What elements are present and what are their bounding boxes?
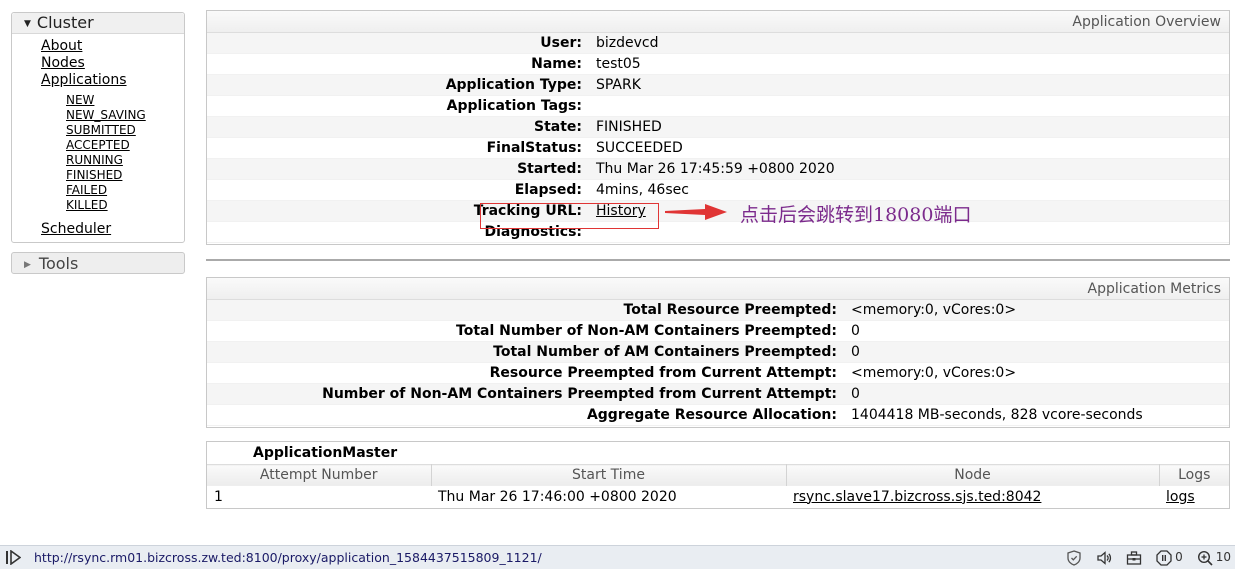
overview-row-application-type: Application Type: SPARK bbox=[207, 75, 1229, 96]
zoom-in-icon bbox=[1197, 550, 1213, 566]
attempts-caption: ApplicationMaster bbox=[253, 445, 398, 461]
column-header-logs[interactable]: Logs bbox=[1159, 464, 1229, 486]
metrics-value: 1404418 MB-seconds, 828 vcore-seconds bbox=[851, 407, 1143, 423]
metrics-row: Aggregate Resource Allocation: 1404418 M… bbox=[207, 405, 1229, 426]
nav-link-state-running[interactable]: RUNNING bbox=[66, 153, 184, 168]
overview-label: Application Tags: bbox=[446, 98, 582, 114]
overview-row-final-status: FinalStatus: SUCCEEDED bbox=[207, 138, 1229, 159]
column-header-attempt-number[interactable]: Attempt Number bbox=[207, 464, 432, 486]
metrics-label: Aggregate Resource Allocation: bbox=[586, 407, 837, 423]
cluster-header[interactable]: ▼ Cluster bbox=[12, 13, 184, 34]
nav-link-state-accepted[interactable]: ACCEPTED bbox=[66, 138, 184, 153]
status-url: http://rsync.rm01.bizcross.zw.ted:8100/p… bbox=[34, 550, 542, 565]
start-time-cell: Thu Mar 26 17:46:00 +0800 2020 bbox=[431, 485, 786, 508]
zoom-control[interactable]: 10 bbox=[1197, 546, 1231, 569]
speaker-icon[interactable] bbox=[1096, 550, 1112, 566]
metrics-title: Application Metrics bbox=[207, 278, 1229, 300]
overview-label: Elapsed: bbox=[514, 182, 582, 198]
metrics-label: Total Number of AM Containers Preempted: bbox=[493, 344, 837, 360]
overview-row-elapsed: Elapsed: 4mins, 46sec bbox=[207, 180, 1229, 201]
nav-link-state-new[interactable]: NEW bbox=[66, 93, 184, 108]
nav-link-about[interactable]: About bbox=[41, 38, 184, 55]
annotation-arrow-icon bbox=[665, 204, 727, 220]
overview-label: Application Type: bbox=[445, 77, 582, 93]
cluster-header-label: Cluster bbox=[36, 13, 94, 32]
overview-value: test05 bbox=[596, 56, 641, 72]
metrics-value: <memory:0, vCores:0> bbox=[851, 302, 1017, 318]
overview-label: State: bbox=[533, 119, 582, 135]
section-divider bbox=[206, 259, 1230, 261]
metrics-label: Total Resource Preempted: bbox=[623, 302, 837, 318]
application-metrics-panel: Application Metrics Total Resource Preem… bbox=[206, 277, 1230, 428]
metrics-row: Total Resource Preempted: <memory:0, vCo… bbox=[207, 300, 1229, 321]
annotation-text: 点击后会跳转到18080端口 bbox=[740, 204, 972, 226]
tools-header[interactable]: ▶ Tools bbox=[11, 252, 185, 274]
metrics-label: Number of Non-AM Containers Preempted fr… bbox=[322, 386, 837, 402]
shield-icon[interactable] bbox=[1066, 549, 1082, 566]
nav-link-scheduler[interactable]: Scheduler bbox=[41, 221, 184, 238]
overview-row-diagnostics: Diagnostics: bbox=[207, 222, 1229, 243]
overview-row-state: State: FINISHED bbox=[207, 117, 1229, 138]
tools-header-label: Tools bbox=[38, 254, 79, 273]
metrics-row: Total Number of Non-AM Containers Preemp… bbox=[207, 321, 1229, 342]
metrics-row: Number of Non-AM Containers Preempted fr… bbox=[207, 384, 1229, 405]
overview-label: Name: bbox=[531, 56, 582, 72]
overview-value: Thu Mar 26 17:45:59 +0800 2020 bbox=[596, 161, 835, 177]
tracking-url-highlight-box bbox=[480, 203, 659, 229]
caret-right-icon: ▶ bbox=[24, 260, 31, 270]
adblock-icon bbox=[1156, 549, 1172, 566]
zoom-level: 10 bbox=[1215, 550, 1231, 564]
app-state-list: NEW NEW_SAVING SUBMITTED ACCEPTED RUNNIN… bbox=[41, 89, 184, 217]
column-header-node[interactable]: Node bbox=[786, 464, 1160, 486]
nav-link-applications[interactable]: Applications bbox=[41, 72, 184, 89]
overview-value: FINISHED bbox=[596, 119, 662, 135]
overview-row-name: Name: test05 bbox=[207, 54, 1229, 75]
browser-status-bar: http://rsync.rm01.bizcross.zw.ted:8100/p… bbox=[0, 545, 1235, 569]
adblock-counter[interactable]: 0 bbox=[1156, 546, 1183, 569]
overview-row-user: User: bizdevcd bbox=[207, 33, 1229, 54]
overview-value: SUCCEEDED bbox=[596, 140, 683, 156]
column-header-start-time[interactable]: Start Time bbox=[431, 464, 787, 486]
toolbox-icon[interactable] bbox=[1126, 550, 1142, 566]
overview-value: 4mins, 46sec bbox=[596, 182, 689, 198]
cluster-section: ▼ Cluster About Nodes Applications NEW NE… bbox=[11, 12, 185, 243]
overview-label: User: bbox=[540, 35, 582, 51]
nav-link-state-submitted[interactable]: SUBMITTED bbox=[66, 123, 184, 138]
table-row: 1 Thu Mar 26 17:46:00 +0800 2020 rsync.s… bbox=[207, 485, 1229, 508]
application-master-table: ApplicationMaster Attempt Number Start T… bbox=[206, 441, 1230, 509]
overview-label: FinalStatus: bbox=[486, 140, 582, 156]
overview-row-application-tags: Application Tags: bbox=[207, 96, 1229, 117]
logs-link[interactable]: logs bbox=[1166, 489, 1195, 505]
nav-link-state-failed[interactable]: FAILED bbox=[66, 183, 184, 198]
metrics-label: Total Number of Non-AM Containers Preemp… bbox=[456, 323, 837, 339]
metrics-value: 0 bbox=[851, 386, 860, 402]
overview-value bbox=[596, 96, 1229, 116]
nav-link-state-finished[interactable]: FINISHED bbox=[66, 168, 184, 183]
overview-value: bizdevcd bbox=[596, 35, 659, 51]
overview-value: SPARK bbox=[596, 77, 641, 93]
metrics-label: Resource Preempted from Current Attempt: bbox=[489, 365, 837, 381]
overview-title: Application Overview bbox=[207, 11, 1229, 33]
node-link[interactable]: rsync.slave17.bizcross.sjs.ted:8042 bbox=[793, 489, 1041, 505]
nav-link-state-killed[interactable]: KILLED bbox=[66, 198, 184, 213]
attempt-number-cell: 1 bbox=[207, 485, 431, 508]
overview-row-started: Started: Thu Mar 26 17:45:59 +0800 2020 bbox=[207, 159, 1229, 180]
nav-link-nodes[interactable]: Nodes bbox=[41, 55, 184, 72]
metrics-value: <memory:0, vCores:0> bbox=[851, 365, 1017, 381]
nav-link-state-new-saving[interactable]: NEW_SAVING bbox=[66, 108, 184, 123]
metrics-value: 0 bbox=[851, 344, 860, 360]
caret-down-icon: ▼ bbox=[24, 19, 31, 29]
metrics-row: Total Number of AM Containers Preempted:… bbox=[207, 342, 1229, 363]
sidebar-nav: ▼ Cluster About Nodes Applications NEW NE… bbox=[11, 12, 185, 274]
sidebar-toggle-icon[interactable] bbox=[5, 550, 21, 565]
overview-label: Started: bbox=[517, 161, 582, 177]
adblock-count: 0 bbox=[1175, 550, 1183, 564]
metrics-value: 0 bbox=[851, 323, 860, 339]
metrics-row: Resource Preempted from Current Attempt:… bbox=[207, 363, 1229, 384]
